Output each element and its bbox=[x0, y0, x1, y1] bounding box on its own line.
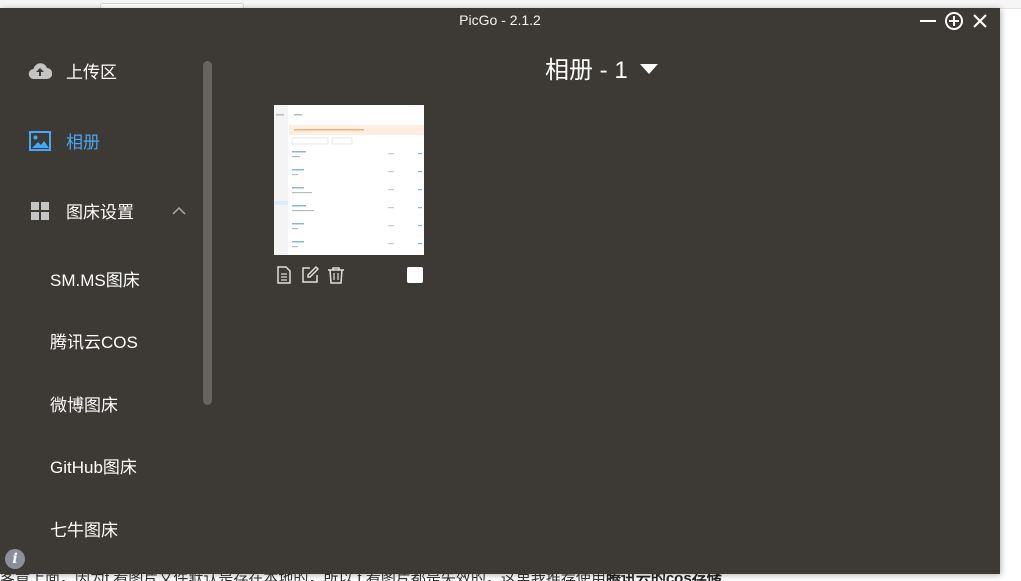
sidebar-subitem-weibo[interactable]: 微博图床 bbox=[50, 391, 118, 416]
grid-icon bbox=[28, 199, 52, 223]
trash-icon[interactable] bbox=[327, 266, 345, 284]
sidebar-subitem-qiniu[interactable]: 七牛图床 bbox=[50, 516, 118, 541]
sidebar-item-upload[interactable]: 上传区 bbox=[28, 58, 117, 83]
sidebar-item-settings[interactable]: 图床设置 bbox=[28, 198, 134, 223]
window-title: PicGo - 2.1.2 bbox=[459, 12, 541, 28]
sidebar-subitem-smms[interactable]: SM.MS图床 bbox=[50, 266, 140, 291]
picgo-window: PicGo - 2.1.2 上传区 相册 图床设置 SM.MS图床 腾讯云COS… bbox=[0, 8, 1000, 574]
sidebar-item-album-label: 相册 bbox=[66, 133, 100, 152]
album-title: 相册 - 1 bbox=[545, 57, 628, 84]
close-icon[interactable] bbox=[970, 11, 990, 31]
sidebar-scrollbar[interactable] bbox=[203, 61, 212, 405]
thumbnail-preview bbox=[274, 105, 424, 255]
sidebar-subitem-github[interactable]: GitHub图床 bbox=[50, 453, 137, 478]
sidebar: 上传区 相册 图床设置 SM.MS图床 腾讯云COS 微博图床 GitHub图床… bbox=[0, 34, 216, 574]
select-checkbox[interactable] bbox=[407, 267, 423, 283]
window-controls bbox=[918, 11, 990, 31]
sidebar-item-settings-label: 图床设置 bbox=[66, 203, 134, 222]
chevron-up-icon[interactable] bbox=[172, 206, 186, 216]
image-thumbnail[interactable] bbox=[274, 105, 424, 255]
sidebar-item-album[interactable]: 相册 bbox=[28, 128, 100, 153]
title-bar: PicGo - 2.1.2 bbox=[0, 8, 1000, 34]
copy-link-icon[interactable] bbox=[275, 266, 293, 284]
sidebar-subitem-tencent-cos[interactable]: 腾讯云COS bbox=[50, 328, 138, 353]
cloud-upload-icon bbox=[28, 59, 52, 83]
sidebar-item-upload-label: 上传区 bbox=[66, 63, 117, 82]
edit-icon[interactable] bbox=[301, 266, 319, 284]
caret-down-icon bbox=[639, 63, 658, 74]
minimize-icon[interactable] bbox=[918, 11, 938, 31]
album-title-dropdown[interactable]: 相册 - 1 bbox=[545, 50, 658, 85]
info-icon[interactable]: i bbox=[5, 549, 25, 569]
image-icon bbox=[28, 129, 52, 153]
maximize-icon[interactable] bbox=[944, 11, 964, 31]
thumbnail-actions bbox=[275, 266, 345, 284]
